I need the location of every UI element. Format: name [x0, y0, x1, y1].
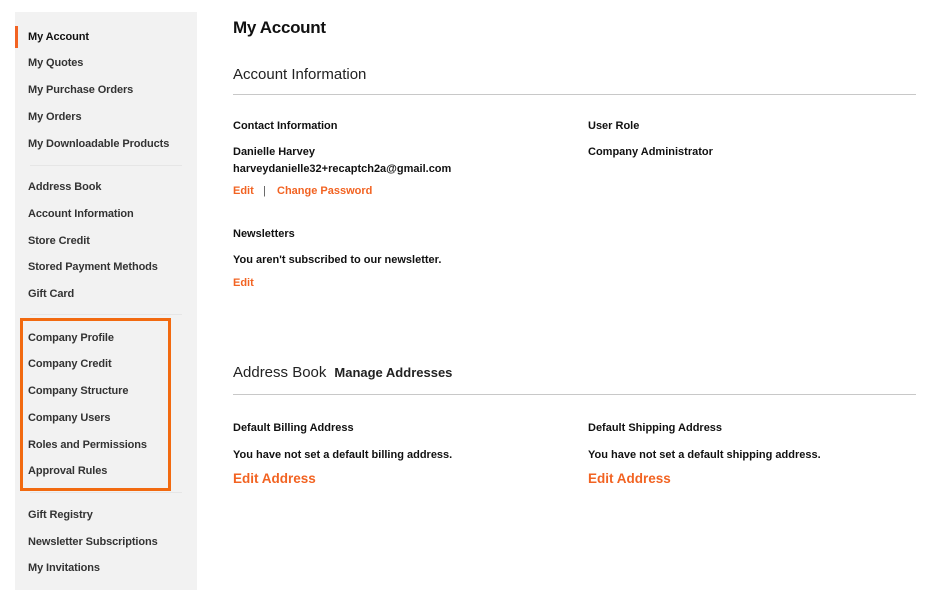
link-separator: | — [263, 185, 266, 197]
sidebar-item-my-account[interactable]: My Account — [28, 31, 89, 43]
manage-addresses-link[interactable]: Manage Addresses — [334, 365, 452, 380]
account-information-title: Account Information — [233, 66, 367, 83]
section-rule — [233, 94, 916, 95]
sidebar-divider — [30, 165, 182, 166]
contact-information-label: Contact Information — [233, 120, 338, 132]
sidebar-item-my-orders[interactable]: My Orders — [28, 111, 82, 123]
contact-name: Danielle Harvey — [233, 146, 315, 158]
default-billing-label: Default Billing Address — [233, 422, 354, 434]
sidebar-item-my-purchase-orders[interactable]: My Purchase Orders — [28, 84, 133, 96]
sidebar-item-address-book[interactable]: Address Book — [28, 181, 101, 193]
sidebar-item-my-downloadable-products[interactable]: My Downloadable Products — [28, 138, 169, 150]
sidebar-item-gift-card[interactable]: Gift Card — [28, 288, 74, 300]
newsletters-label: Newsletters — [233, 228, 295, 240]
contact-email: harveydanielle32+recaptch2a@gmail.com — [233, 163, 452, 175]
sidebar-item-company-users[interactable]: Company Users — [28, 412, 111, 424]
section-rule — [233, 394, 916, 395]
sidebar-item-approval-rules[interactable]: Approval Rules — [28, 465, 107, 477]
change-password-link[interactable]: Change Password — [277, 185, 372, 197]
sidebar-item-account-information[interactable]: Account Information — [28, 208, 134, 220]
sidebar-divider — [30, 314, 182, 315]
sidebar-divider — [30, 492, 182, 493]
sidebar-item-my-invitations[interactable]: My Invitations — [28, 562, 100, 574]
user-role-label: User Role — [588, 120, 640, 132]
sidebar-item-roles-and-permissions[interactable]: Roles and Permissions — [28, 439, 147, 451]
sidebar-item-newsletter-subscriptions[interactable]: Newsletter Subscriptions — [28, 536, 158, 548]
sidebar-item-store-credit[interactable]: Store Credit — [28, 235, 90, 247]
address-book-title: Address Book — [233, 364, 327, 381]
newsletter-status: You aren't subscribed to our newsletter. — [233, 254, 442, 266]
default-shipping-value: You have not set a default shipping addr… — [588, 449, 821, 461]
sidebar-item-company-credit[interactable]: Company Credit — [28, 358, 112, 370]
user-role-value: Company Administrator — [588, 146, 713, 158]
sidebar-item-gift-registry[interactable]: Gift Registry — [28, 509, 93, 521]
active-indicator — [15, 26, 18, 48]
account-sidebar: My Account My Quotes My Purchase Orders … — [15, 12, 197, 590]
edit-billing-address-link[interactable]: Edit Address — [233, 471, 316, 486]
sidebar-item-company-profile[interactable]: Company Profile — [28, 332, 114, 344]
sidebar-item-my-quotes[interactable]: My Quotes — [28, 57, 83, 69]
default-shipping-label: Default Shipping Address — [588, 422, 723, 434]
address-book-section-header: Address Book Manage Addresses — [233, 364, 452, 381]
edit-contact-link[interactable]: Edit — [233, 185, 254, 197]
edit-shipping-address-link[interactable]: Edit Address — [588, 471, 671, 486]
default-billing-value: You have not set a default billing addre… — [233, 449, 453, 461]
page-title: My Account — [233, 18, 326, 37]
sidebar-item-stored-payment-methods[interactable]: Stored Payment Methods — [28, 261, 158, 273]
sidebar-item-company-structure[interactable]: Company Structure — [28, 385, 128, 397]
edit-newsletter-link[interactable]: Edit — [233, 277, 254, 289]
